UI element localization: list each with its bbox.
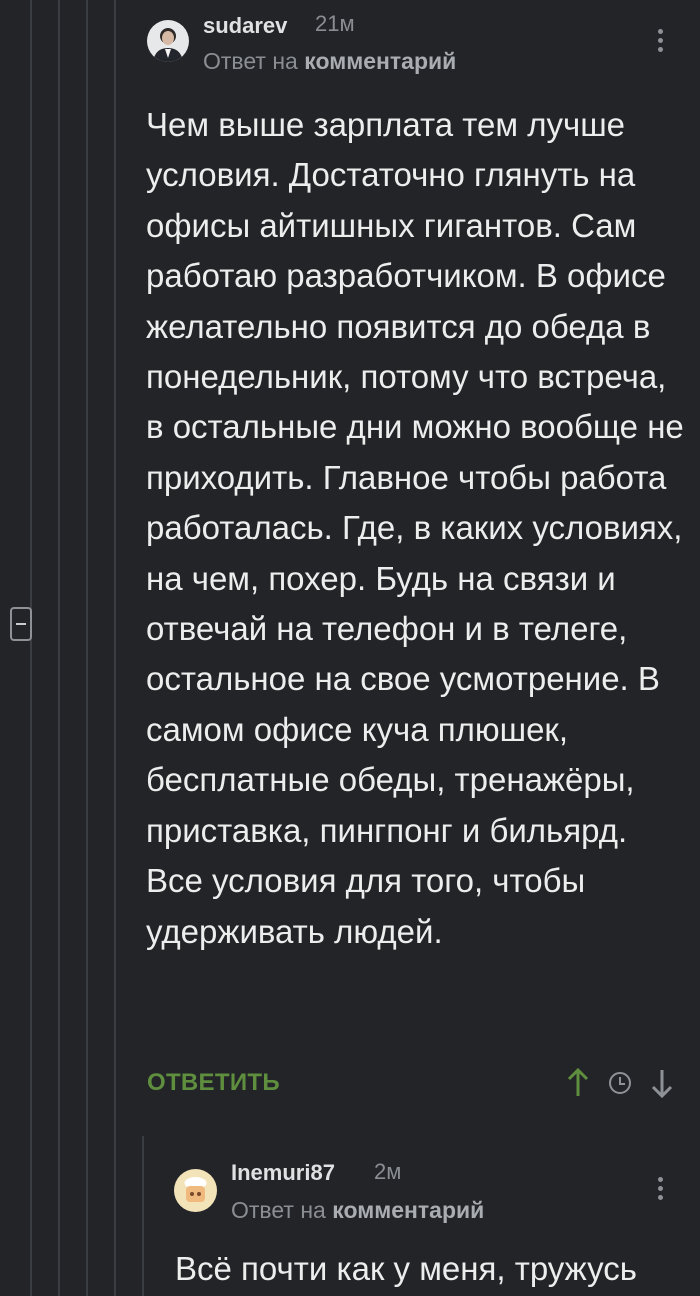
thread-line-5 [142, 1136, 144, 1296]
reply-button[interactable]: ОТВЕТИТЬ [147, 1069, 280, 1097]
collapse-icon[interactable] [10, 607, 32, 641]
thread-line-2 [58, 0, 60, 1296]
reply-reply-to-line: Ответ на комментарий [231, 1197, 484, 1224]
thread-line-3 [86, 0, 88, 1296]
upvote-arrow-icon[interactable] [566, 1066, 590, 1100]
reply-to-prefix: Ответ на [203, 48, 298, 74]
reply-reply-to-link[interactable]: комментарий [332, 1197, 484, 1223]
reply-to-line: Ответ на комментарий [203, 48, 456, 75]
comment-body: Чем выше зарплата тем лучше условия. Дос… [146, 106, 684, 950]
avatar[interactable] [147, 20, 189, 62]
username[interactable]: sudarev [203, 13, 287, 39]
clock-icon[interactable] [609, 1072, 631, 1094]
reply-reply-to-prefix: Ответ на [231, 1197, 326, 1223]
reply-avatar[interactable] [174, 1169, 217, 1212]
comment-time: 21м [315, 11, 355, 36]
downvote-arrow-icon[interactable] [650, 1066, 674, 1100]
reply-kebab-menu-icon[interactable] [658, 1177, 664, 1204]
reply-to-link[interactable]: комментарий [304, 48, 456, 74]
reply-username[interactable]: Inemuri87 [231, 1160, 335, 1186]
thread-line-4 [114, 0, 116, 1296]
thread-line-1 [30, 0, 32, 1296]
reply-body-preview: Всё почти как у меня, тружусь [175, 1250, 637, 1287]
kebab-menu-icon[interactable] [658, 29, 664, 56]
reply-time: 2м [374, 1159, 402, 1184]
